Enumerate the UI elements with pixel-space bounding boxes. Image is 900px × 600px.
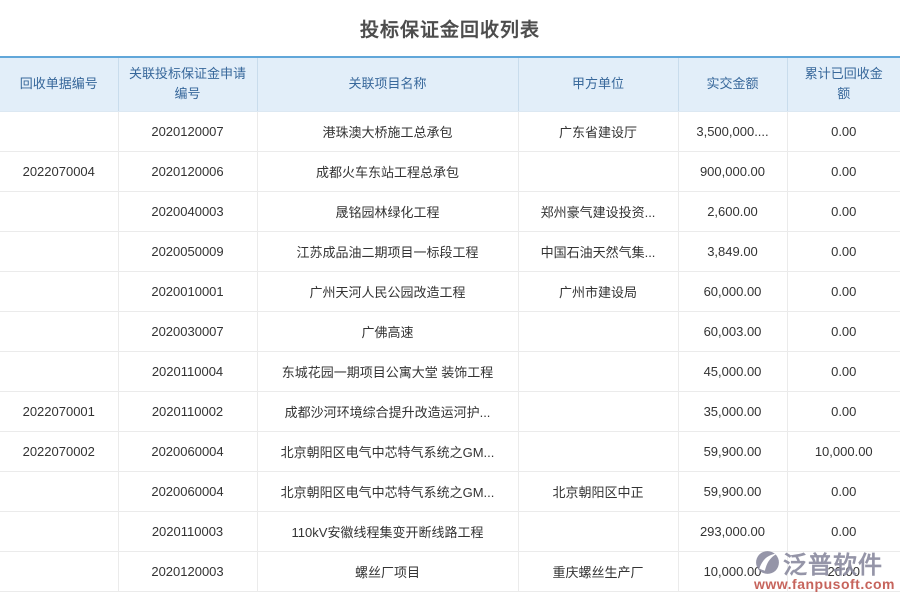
bid-deposit-recovery-page: 投标保证金回收列表 回收单据编号 关联投标保证金申请编号 关联项目名称 甲方单位… [0,0,900,600]
party_a-cell [518,431,678,471]
header-recovered: 累计已回收金额 [787,57,900,111]
table-row: 2020120007港珠澳大桥施工总承包广东省建设厅3,500,000....0… [0,111,900,151]
table-row: 2020040003晟铭园林绿化工程郑州豪气建设投资...2,600.000.0… [0,191,900,231]
table-row: 2020050009江苏成品油二期项目一标段工程中国石油天然气集...3,849… [0,231,900,271]
project_name-link[interactable]: 广佛高速 [257,311,518,351]
party_a-cell [518,151,678,191]
recovery_no-cell [0,191,118,231]
amount-cell: 59,900.00 [678,431,787,471]
amount-cell: 3,500,000.... [678,111,787,151]
project_name-link[interactable]: 螺丝厂项目 [257,551,518,591]
recovery_no-cell [0,511,118,551]
recovered-cell: 0.00 [787,231,900,271]
amount-cell: 293,000.00 [678,511,787,551]
recovery_no-link[interactable]: 2022070002 [0,431,118,471]
table-row: 2020060004北京朝阳区电气中芯特气系统之GM...北京朝阳区中正59,9… [0,471,900,511]
project_name-link[interactable]: 成都沙河环境综合提升改造运河护... [257,391,518,431]
amount-cell: 10,000.00 [678,551,787,591]
amount-cell: 60,000.00 [678,271,787,311]
table-body: 2020120007港珠澳大桥施工总承包广东省建设厅3,500,000....0… [0,111,900,591]
table-row: 2020030007广佛高速 60,003.000.00 [0,311,900,351]
amount-cell: 3,849.00 [678,231,787,271]
recovery_no-link[interactable]: 2022070004 [0,151,118,191]
header-project-name: 关联项目名称 [257,57,518,111]
party_a-cell [518,391,678,431]
recovered-cell: 0.00 [787,311,900,351]
table-row: 2020120003螺丝厂项目重庆螺丝生产厂10,000.0020.00 [0,551,900,591]
recovery_no-link[interactable]: 2022070001 [0,391,118,431]
header-party-a: 甲方单位 [518,57,678,111]
party_a-cell [518,311,678,351]
party_a-cell: 广州市建设局 [518,271,678,311]
table-row: 20220700012020110002成都沙河环境综合提升改造运河护... 35… [0,391,900,431]
table-row: 20220700022020060004北京朝阳区电气中芯特气系统之GM... 5… [0,431,900,471]
recovered-cell: 20.00 [787,551,900,591]
recovered-cell: 0.00 [787,471,900,511]
party_a-cell [518,511,678,551]
recovery_no-cell [0,231,118,271]
application_no-link[interactable]: 2020060004 [118,431,257,471]
application_no-link[interactable]: 2020050009 [118,231,257,271]
table-header: 回收单据编号 关联投标保证金申请编号 关联项目名称 甲方单位 实交金额 累计已回… [0,57,900,111]
recovery_no-cell [0,551,118,591]
application_no-link[interactable]: 2020120006 [118,151,257,191]
header-application-no: 关联投标保证金申请编号 [118,57,257,111]
project_name-link[interactable]: 北京朝阳区电气中芯特气系统之GM... [257,471,518,511]
amount-cell: 35,000.00 [678,391,787,431]
project_name-link[interactable]: 北京朝阳区电气中芯特气系统之GM... [257,431,518,471]
project_name-link[interactable]: 东城花园一期项目公寓大堂 装饰工程 [257,351,518,391]
recovered-cell: 0.00 [787,271,900,311]
table-row: 2020010001广州天河人民公园改造工程广州市建设局60,000.000.0… [0,271,900,311]
application_no-link[interactable]: 2020010001 [118,271,257,311]
party_a-cell [518,351,678,391]
recovery_no-cell [0,351,118,391]
table-row: 20220700042020120006成都火车东站工程总承包 900,000.0… [0,151,900,191]
page-title: 投标保证金回收列表 [0,0,900,56]
recovery_no-cell [0,271,118,311]
amount-cell: 59,900.00 [678,471,787,511]
recovered-cell: 10,000.00 [787,431,900,471]
application_no-link[interactable]: 2020110002 [118,391,257,431]
recovered-cell: 0.00 [787,191,900,231]
header-amount: 实交金额 [678,57,787,111]
application_no-link[interactable]: 2020110003 [118,511,257,551]
application_no-link[interactable]: 2020060004 [118,471,257,511]
party_a-cell: 重庆螺丝生产厂 [518,551,678,591]
application_no-link[interactable]: 2020120003 [118,551,257,591]
party_a-cell: 中国石油天然气集... [518,231,678,271]
recovered-cell: 0.00 [787,351,900,391]
project_name-link[interactable]: 成都火车东站工程总承包 [257,151,518,191]
application_no-link[interactable]: 2020030007 [118,311,257,351]
project_name-link[interactable]: 港珠澳大桥施工总承包 [257,111,518,151]
recovery_no-cell [0,471,118,511]
recovered-cell: 0.00 [787,151,900,191]
amount-cell: 2,600.00 [678,191,787,231]
project_name-link[interactable]: 晟铭园林绿化工程 [257,191,518,231]
application_no-link[interactable]: 2020040003 [118,191,257,231]
party_a-cell: 北京朝阳区中正 [518,471,678,511]
recovered-cell: 0.00 [787,111,900,151]
application_no-link[interactable]: 2020110004 [118,351,257,391]
amount-cell: 60,003.00 [678,311,787,351]
project_name-link[interactable]: 江苏成品油二期项目一标段工程 [257,231,518,271]
recovered-cell: 0.00 [787,511,900,551]
project_name-link[interactable]: 110kV安徽线程集变开断线路工程 [257,511,518,551]
application_no-link[interactable]: 2020120007 [118,111,257,151]
party_a-cell: 郑州豪气建设投资... [518,191,678,231]
amount-cell: 900,000.00 [678,151,787,191]
table-row: 2020110004东城花园一期项目公寓大堂 装饰工程 45,000.000.00 [0,351,900,391]
party_a-cell: 广东省建设厅 [518,111,678,151]
header-recovery-no: 回收单据编号 [0,57,118,111]
table-row: 2020110003110kV安徽线程集变开断线路工程 293,000.000.0… [0,511,900,551]
amount-cell: 45,000.00 [678,351,787,391]
project_name-link[interactable]: 广州天河人民公园改造工程 [257,271,518,311]
recovery-list-table: 回收单据编号 关联投标保证金申请编号 关联项目名称 甲方单位 实交金额 累计已回… [0,56,900,592]
recovery_no-cell [0,311,118,351]
recovery_no-cell [0,111,118,151]
recovered-cell: 0.00 [787,391,900,431]
